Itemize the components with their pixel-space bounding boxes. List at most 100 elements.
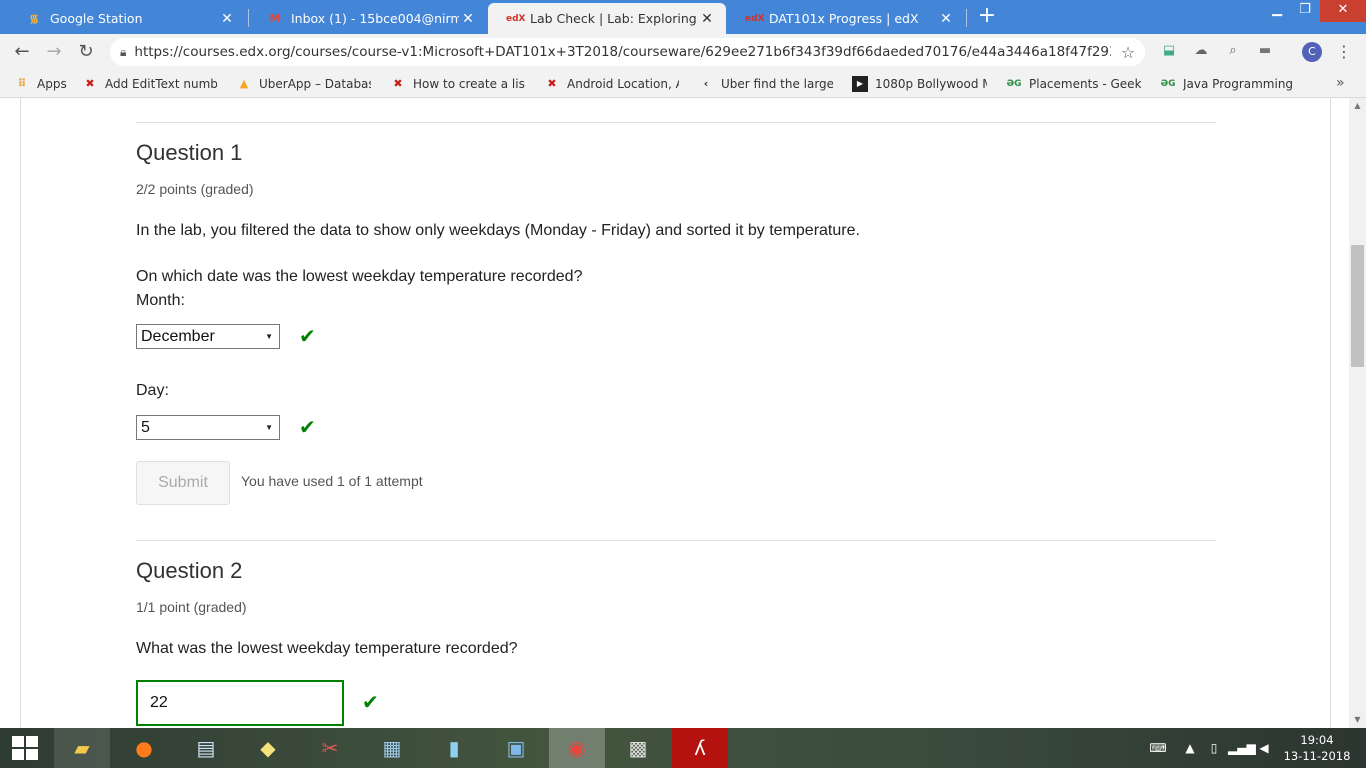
correct-check-icon: ✔ (299, 415, 316, 439)
content-border (20, 98, 21, 728)
edx-icon: edX (745, 13, 765, 24)
close-icon[interactable]: ✕ (937, 11, 955, 27)
close-icon[interactable]: ✕ (218, 11, 236, 27)
forward-button[interactable]: → (42, 40, 66, 64)
battery-icon[interactable]: ▯ (1204, 728, 1224, 768)
new-tab-button[interactable]: + (975, 4, 999, 30)
bookmarks-bar: ⠿ Apps ✖ Add EditText number ▲ UberApp –… (0, 70, 1366, 98)
bookmark-item[interactable]: ƏG Placements - Geeksfo (1006, 75, 1141, 93)
close-icon[interactable]: ✕ (459, 11, 477, 27)
attempts-text: You have used 1 of 1 attempt (241, 473, 423, 489)
tab-title: Lab Check | Lab: Exploring Data | (530, 11, 698, 26)
sticky-notes-icon[interactable]: ◆ (240, 728, 296, 768)
menu-icon[interactable]: ⋮ (1336, 40, 1352, 64)
tab-lab-check[interactable]: edX Lab Check | Lab: Exploring Data | ✕ (488, 3, 726, 34)
control-panel-icon[interactable]: ▣ (488, 728, 544, 768)
page-scrollbar[interactable]: ▲ ▼ (1349, 98, 1366, 728)
day-label: Day: (136, 382, 169, 399)
day-select-value: 5 (141, 419, 150, 436)
system-clock[interactable]: 19:04 13-11-2018 (1282, 732, 1352, 764)
dropdown-arrow-icon: ▼ (265, 332, 273, 341)
day-select[interactable]: 5 ▼ (136, 415, 280, 440)
apps-grid-icon: ⠿ (17, 77, 27, 90)
inbox-extension-icon[interactable]: ⬓ (1159, 43, 1179, 61)
bookmark-apps[interactable]: ⠿ Apps (14, 75, 67, 93)
extension-icon[interactable]: ▬ (1255, 43, 1275, 61)
tab-title: Google Station (50, 11, 143, 26)
notepad-icon[interactable]: ▮ (426, 728, 482, 768)
start-button[interactable] (0, 728, 56, 768)
reload-button[interactable]: ↻ (74, 40, 98, 64)
tab-title: Inbox (1) - 15bce004@nirmauni.ac.in (291, 11, 459, 26)
question-1-title: Question 1 (136, 140, 243, 165)
x-mark-icon: ✖ (547, 77, 557, 90)
windows-taskbar: ▰ ● ▤ ◆ ✂ ▦ ▮ ▣ ◉ ▩ ʎ ⌨ ▲ ▯ ▂▄▆ ◀ 19:04 … (0, 728, 1366, 768)
bookmark-item[interactable]: ✖ Android Location, Ad (544, 75, 679, 93)
bookmark-item[interactable]: ƏG Java Programming La (1160, 75, 1295, 93)
window-close-button[interactable]: ✕ (1320, 0, 1366, 22)
apps-icon[interactable]: ▩ (610, 728, 666, 768)
tab-gmail-inbox[interactable]: M Inbox (1) - 15bce004@nirmauni.ac.in ✕ (249, 3, 487, 34)
tab-google-station[interactable]: ᯾ Google Station ✕ (8, 3, 246, 34)
code-icon: ‹ (703, 77, 709, 90)
bookmarks-overflow-icon[interactable]: » (1336, 75, 1345, 91)
x-mark-icon: ✖ (85, 77, 95, 90)
play-icon: ▶ (852, 76, 868, 92)
bookmark-item[interactable]: ▶ 1080p Bollywood Mo (852, 75, 987, 93)
scrollbar-thumb[interactable] (1351, 245, 1364, 367)
tab-title: DAT101x Progress | edX (769, 11, 919, 26)
scroll-down-icon[interactable]: ▼ (1349, 712, 1366, 728)
bookmark-item[interactable]: ▲ UberApp – Database (236, 75, 371, 93)
back-button[interactable]: ← (10, 40, 34, 64)
lock-icon: 🔒︎ (120, 44, 127, 59)
volume-icon[interactable]: ◀ (1254, 728, 1274, 768)
question-1-text: In the lab, you filtered the data to sho… (136, 222, 860, 239)
page-content: Question 1 2/2 points (graded) In the la… (0, 98, 1366, 728)
firebase-icon: ▲ (239, 77, 249, 90)
tab-separator (966, 9, 967, 27)
question-1-points: 2/2 points (graded) (136, 181, 254, 197)
network-signal-icon[interactable]: ▂▄▆ (1228, 728, 1256, 768)
acrobat-icon[interactable]: ʎ (672, 728, 728, 768)
tray-overflow-icon[interactable]: ▲ (1182, 728, 1198, 768)
month-select-value: December (141, 328, 215, 345)
gfg-icon: ƏG (1160, 79, 1176, 89)
gmail-icon: M (269, 12, 281, 25)
scroll-up-icon[interactable]: ▲ (1349, 98, 1366, 114)
content-border (1330, 98, 1331, 728)
browser-toolbar: ← → ↻ 🔒︎ https://courses.edx.org/courses… (0, 34, 1366, 70)
tab-dat101x-progress[interactable]: edX DAT101x Progress | edX ✕ (727, 3, 965, 34)
search-extension-icon[interactable]: ⌕ (1223, 43, 1243, 61)
profile-avatar[interactable]: C (1302, 42, 1322, 62)
restore-button[interactable]: ❐ (1290, 0, 1320, 22)
minimize-button[interactable]: ▁ (1262, 0, 1292, 22)
question-1-prompt: On which date was the lowest weekday tem… (136, 268, 583, 285)
wifi-icon: ᯾ (29, 12, 39, 25)
bookmark-item[interactable]: ✖ How to create a list a (390, 75, 525, 93)
submit-button[interactable]: Submit (136, 461, 230, 505)
question-2-text: What was the lowest weekday temperature … (136, 640, 518, 657)
clock-time: 19:04 (1300, 733, 1334, 747)
answer-input[interactable]: 22 (136, 680, 344, 726)
edx-icon: edX (506, 13, 526, 24)
snipping-tool-icon[interactable]: ✂ (302, 728, 358, 768)
bookmark-star-icon[interactable]: ☆ (1111, 43, 1145, 62)
dropdown-arrow-icon: ▼ (265, 423, 273, 432)
calculator-icon[interactable]: ▦ (364, 728, 420, 768)
address-bar[interactable]: 🔒︎ https://courses.edx.org/courses/cours… (110, 38, 1145, 66)
correct-check-icon: ✔ (299, 324, 316, 348)
question-2-points: 1/1 point (graded) (136, 599, 247, 615)
chrome-icon[interactable]: ◉ (549, 728, 605, 768)
close-icon[interactable]: ✕ (698, 11, 716, 27)
file-explorer-icon[interactable]: ▰ (54, 728, 110, 768)
windows-logo-icon (12, 736, 38, 760)
firefox-icon[interactable]: ● (116, 728, 172, 768)
bookmark-item[interactable]: ‹ Uber find the largest (698, 75, 833, 93)
x-mark-icon: ✖ (393, 77, 403, 90)
bookmark-item[interactable]: ✖ Add EditText number (82, 75, 217, 93)
task-manager-icon[interactable]: ▤ (178, 728, 234, 768)
keyboard-icon[interactable]: ⌨ (1140, 728, 1176, 768)
cloud-extension-icon[interactable]: ☁ (1191, 43, 1211, 61)
gfg-icon: ƏG (1006, 79, 1022, 89)
month-select[interactable]: December ▼ (136, 324, 280, 349)
